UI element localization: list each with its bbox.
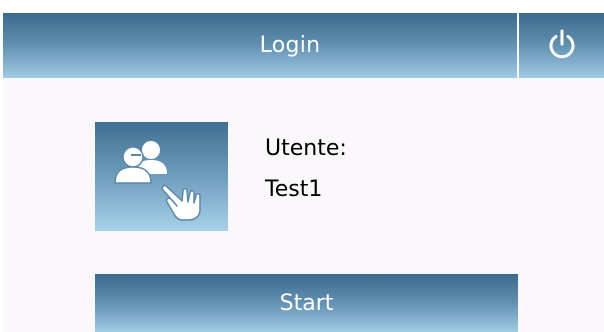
login-screen: Login Utente: Test1 Start — [0, 0, 604, 332]
select-user-button[interactable] — [95, 122, 228, 231]
power-icon — [545, 27, 579, 65]
user-label: Utente: — [265, 136, 347, 161]
start-button-label: Start — [279, 290, 334, 316]
header-bar: Login — [3, 13, 517, 78]
power-button[interactable] — [519, 13, 604, 78]
users-touch-icon — [95, 141, 228, 235]
page-title: Login — [259, 33, 321, 58]
user-name-value: Test1 — [265, 177, 323, 202]
start-button[interactable]: Start — [95, 274, 518, 332]
